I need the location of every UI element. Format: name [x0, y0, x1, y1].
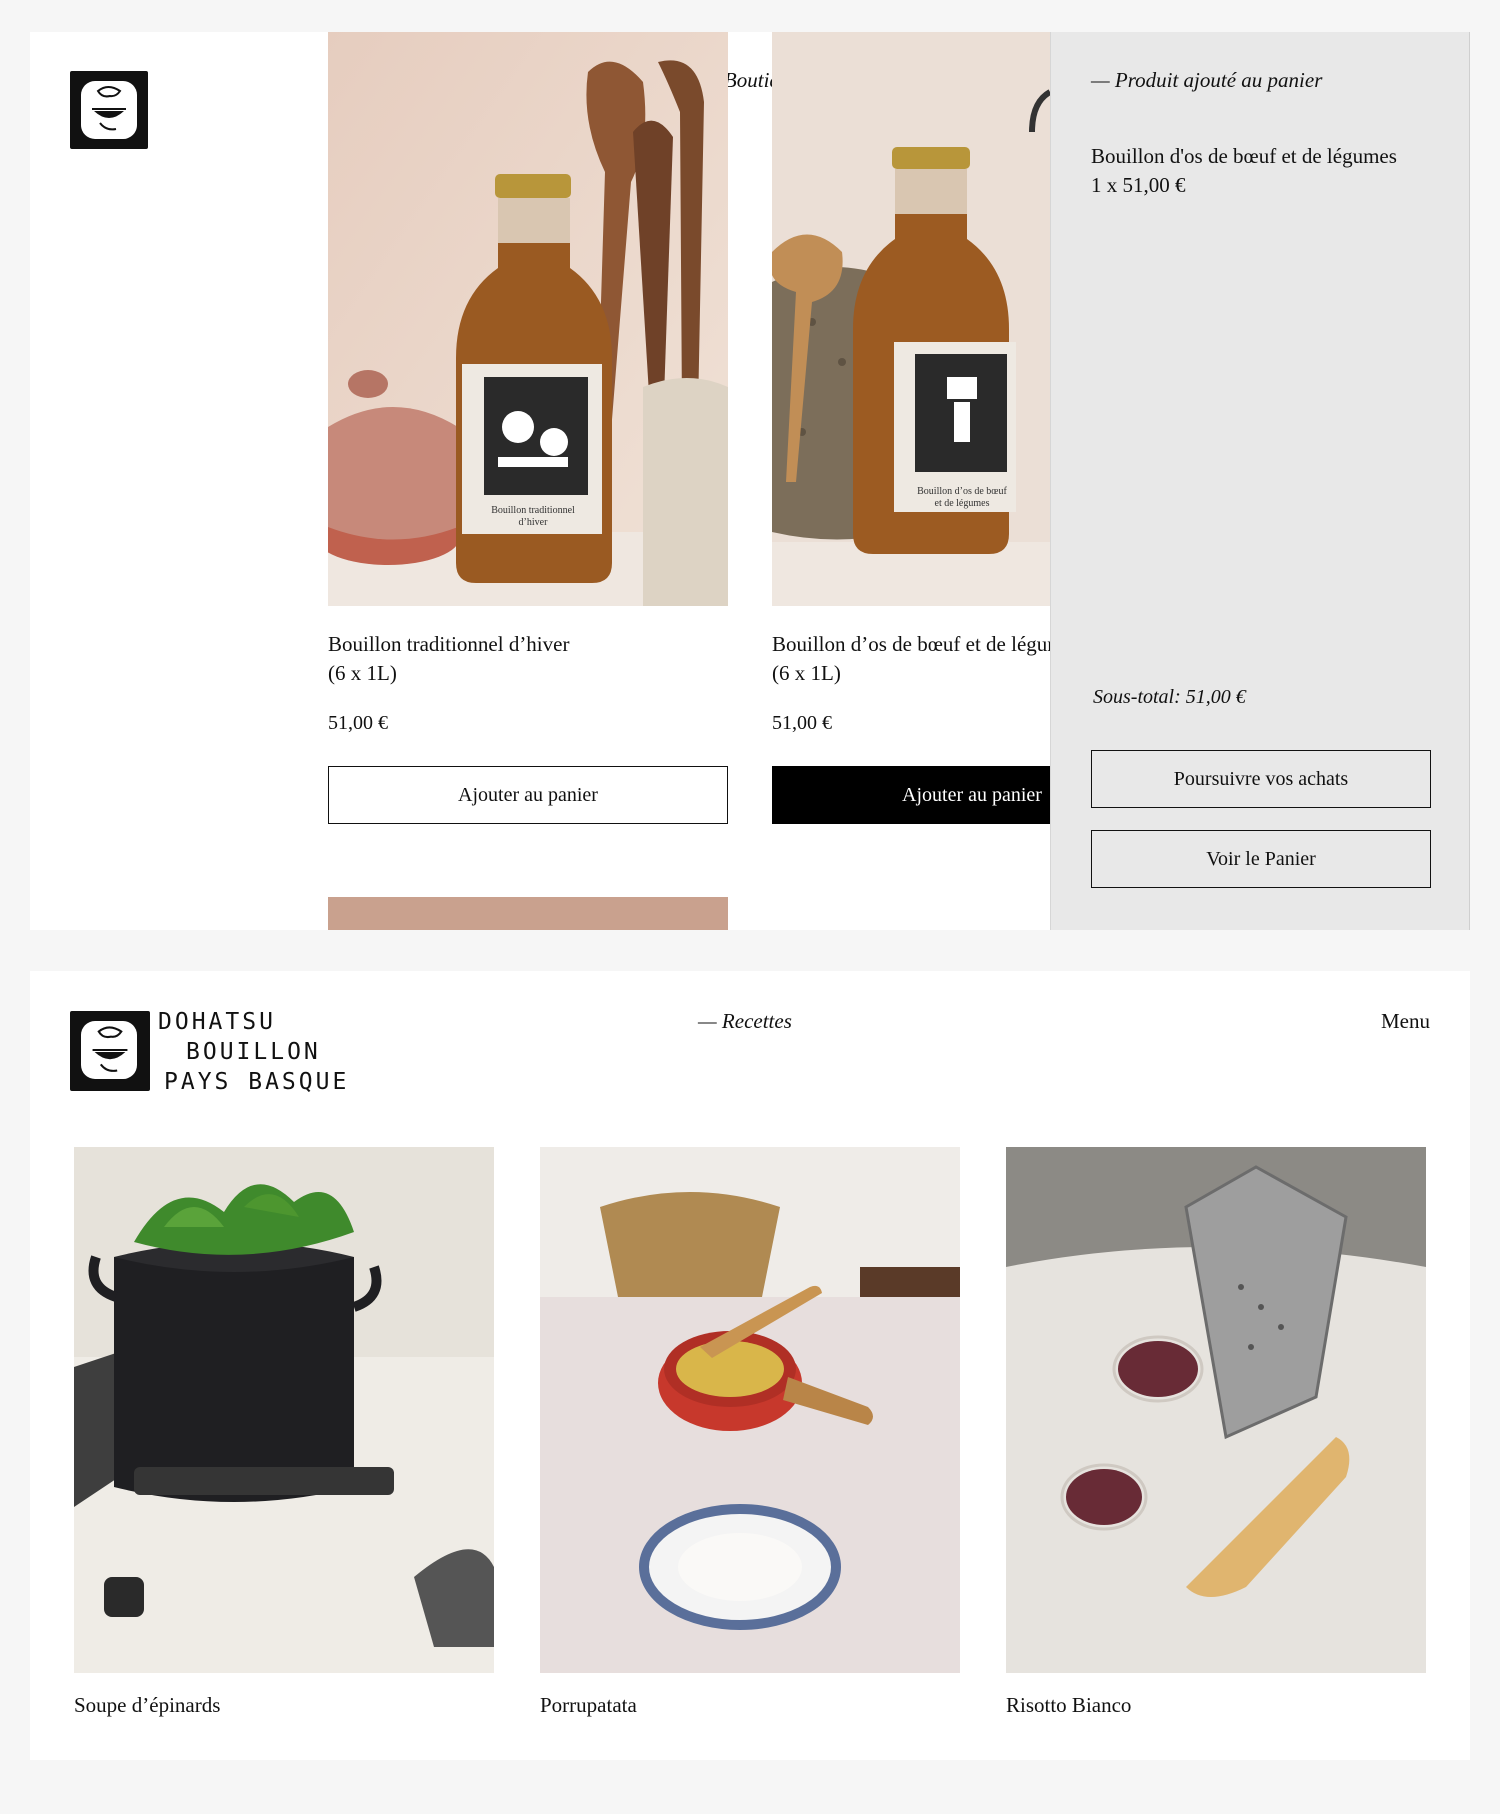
svg-text:et de légumes: et de légumes — [935, 498, 990, 509]
cart-item-qty-price: 1 x 51,00 € — [1091, 173, 1186, 197]
recipe-title[interactable]: Porrupatata — [540, 1693, 960, 1718]
recipes-page: DOHATSU BOUILLON PAYS BASQUE — Recettes … — [30, 971, 1470, 1760]
product-image[interactable]: Bouillon d’os de bœuf et de légumes — [772, 32, 1050, 606]
cart-item: Bouillon d'os de bœuf et de légumes 1 x … — [1091, 142, 1421, 200]
recipe-title[interactable]: Risotto Bianco — [1006, 1693, 1426, 1718]
product-price: 51,00 € — [772, 712, 832, 734]
recipe-image[interactable] — [1006, 1147, 1426, 1673]
add-to-cart-button[interactable]: Ajouter au panier — [328, 766, 728, 824]
recipe-title[interactable]: Soupe d’épinards — [74, 1693, 494, 1718]
page-title: — Recettes — [698, 1009, 792, 1033]
brand-logo-icon[interactable] — [70, 71, 148, 149]
menu-button[interactable]: Menu — [1381, 1009, 1430, 1034]
cart-drawer: — Produit ajouté au panier Bouillon d'os… — [1050, 32, 1470, 930]
recipe-card[interactable]: Risotto Bianco — [1006, 1147, 1426, 1718]
cart-subtotal: Sous-total: 51,00 € — [1093, 686, 1246, 708]
cart-heading: — Produit ajouté au panier — [1091, 68, 1323, 92]
brand-wordmark[interactable]: DOHATSU BOUILLON PAYS BASQUE — [158, 1007, 349, 1097]
product-image[interactable]: Bouillon traditionnel d’hiver — [328, 32, 728, 606]
product-name[interactable]: Bouillon d’os de bœuf et de légumes (6 x… — [772, 630, 1081, 688]
svg-text:Bouillon d’os de bœuf: Bouillon d’os de bœuf — [917, 486, 1007, 497]
product-price: 51,00 € — [328, 712, 388, 734]
recipe-card[interactable]: Porrupatata — [540, 1147, 960, 1718]
svg-text:Bouillon traditionnel: Bouillon traditionnel — [491, 505, 575, 516]
brand-logo-icon[interactable] — [70, 1011, 150, 1091]
recipe-image[interactable] — [74, 1147, 494, 1673]
product-image[interactable] — [328, 897, 728, 930]
recipe-image[interactable] — [540, 1147, 960, 1673]
recipe-card[interactable]: Soupe d’épinards — [74, 1147, 494, 1718]
continue-shopping-button[interactable]: Poursuivre vos achats — [1091, 750, 1431, 808]
cart-item-name: Bouillon d'os de bœuf et de légumes — [1091, 144, 1397, 168]
product-name[interactable]: Bouillon traditionnel d’hiver (6 x 1L) — [328, 630, 569, 688]
view-cart-button[interactable]: Voir le Panier — [1091, 830, 1431, 888]
svg-text:d’hiver: d’hiver — [519, 517, 549, 528]
